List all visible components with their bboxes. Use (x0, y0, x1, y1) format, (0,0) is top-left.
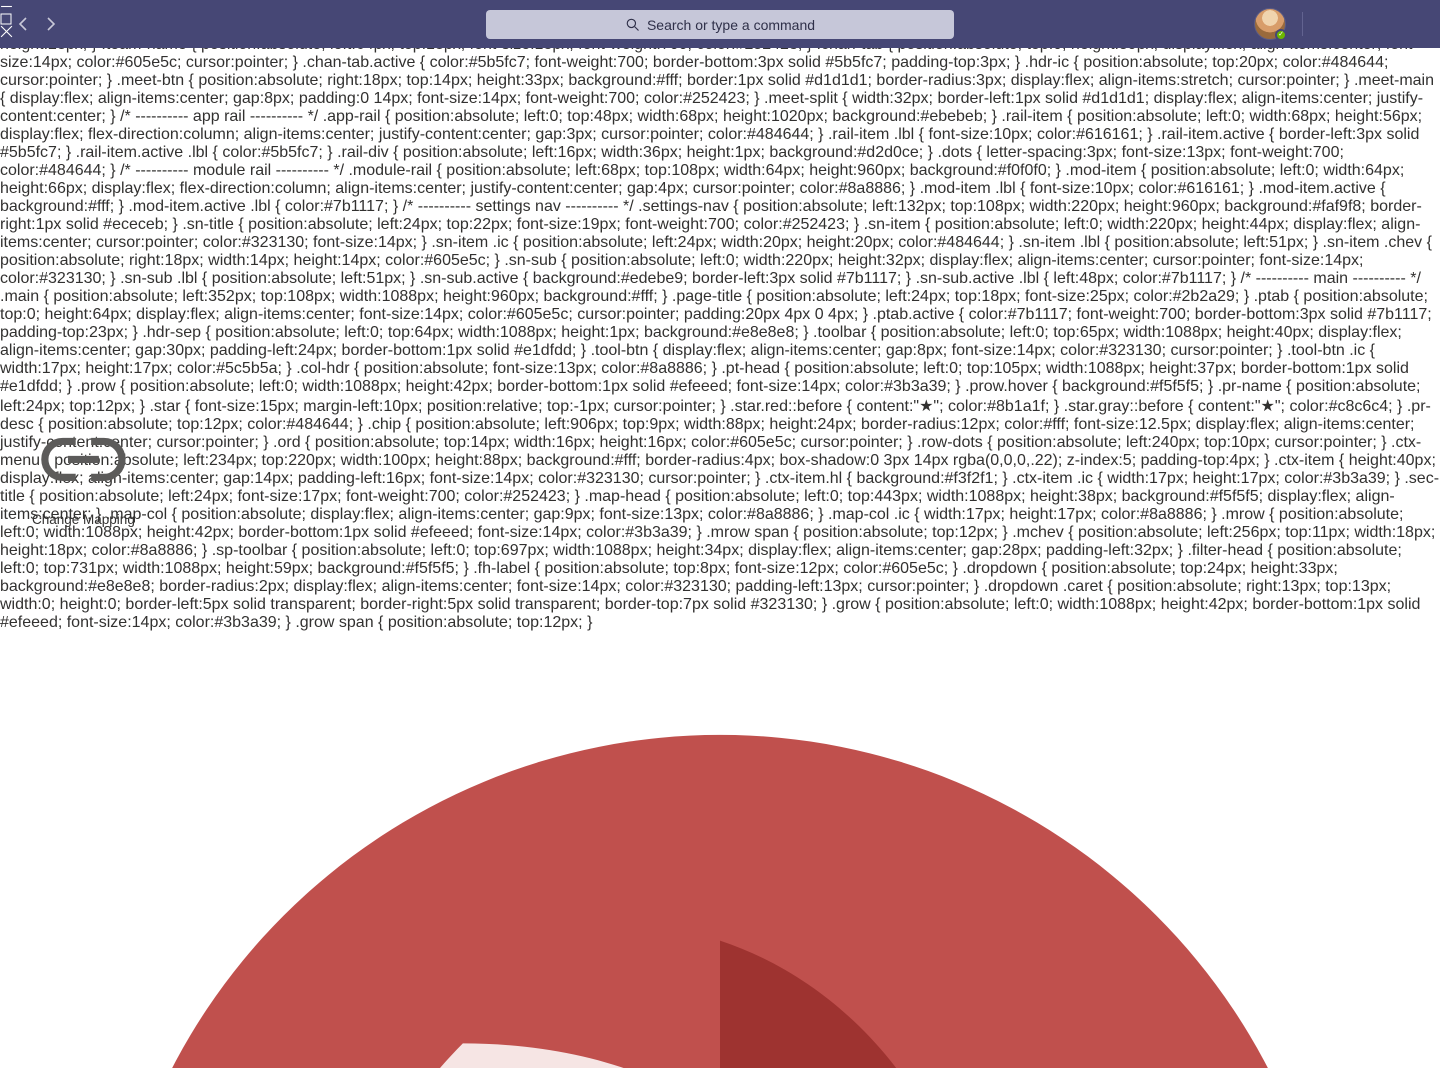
teams-title-bar: Search or type a command ✓ (0, 0, 1440, 48)
link-icon (32, 408, 135, 511)
back-icon[interactable] (14, 14, 34, 34)
channel-header: Project Dragon Posts Files Appvity eTask… (0, 632, 1440, 1068)
search-icon (625, 17, 640, 32)
status-available-icon: ✓ (1275, 29, 1287, 41)
change-mapping-label: Change Mapping (32, 512, 135, 527)
team-logo-icon (0, 632, 1440, 1068)
titlebar-divider (1302, 12, 1303, 36)
forward-icon[interactable] (40, 14, 60, 34)
change-mapping-button[interactable]: Change Mapping (32, 408, 135, 529)
search-input[interactable]: Search or type a command (486, 10, 954, 39)
search-placeholder: Search or type a command (647, 17, 815, 33)
user-avatar[interactable]: ✓ (1254, 8, 1286, 40)
